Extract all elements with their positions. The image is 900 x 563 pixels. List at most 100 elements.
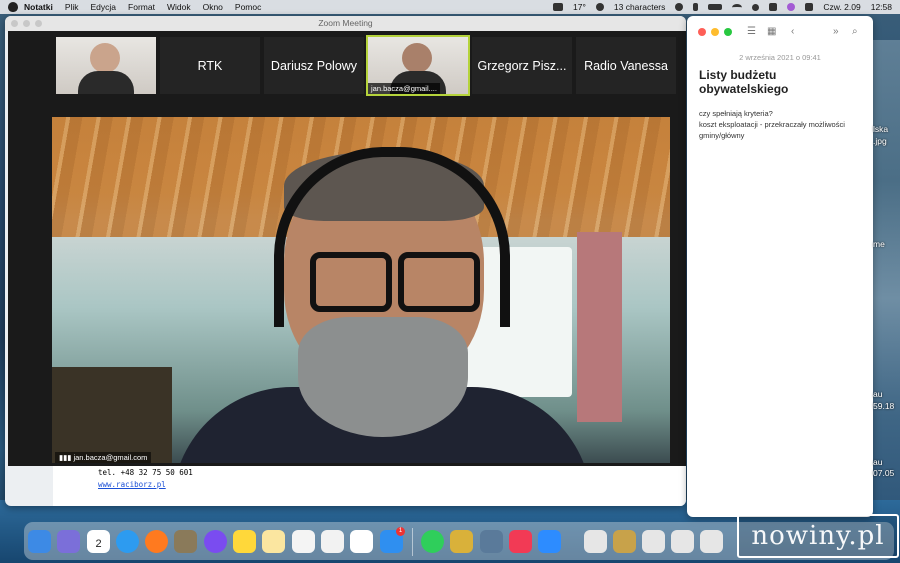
- list-view-icon[interactable]: ☰: [747, 26, 756, 37]
- menu-edit[interactable]: Edycja: [91, 2, 117, 12]
- notes-minimize-button[interactable]: [711, 28, 719, 36]
- bluetooth-icon[interactable]: [693, 3, 699, 11]
- note-title[interactable]: Listy budżetu obywatelskiego: [699, 68, 859, 96]
- menubar-time[interactable]: 12:58: [871, 2, 892, 12]
- app-icon[interactable]: [450, 530, 473, 553]
- search-icon[interactable]: ⌕: [852, 26, 858, 37]
- app-icon[interactable]: [174, 530, 197, 553]
- participant-body: [78, 71, 134, 94]
- pages-icon[interactable]: [262, 530, 285, 553]
- ia-writer-icon[interactable]: [321, 530, 344, 553]
- participant-strip: RTK Dariusz Polowy jan.bacza@gmail.... G…: [56, 35, 676, 96]
- simplenote-icon[interactable]: [350, 530, 373, 553]
- menu-app-name[interactable]: Notatki: [24, 2, 53, 12]
- zoom-status-icon[interactable]: [553, 3, 564, 11]
- document-thumbnail[interactable]: [584, 530, 607, 553]
- calendar-icon[interactable]: 2: [87, 530, 110, 553]
- menu-bar: Notatki Plik Edycja Format Widok Okno Po…: [0, 0, 900, 14]
- preview-icon[interactable]: [480, 530, 503, 553]
- weather-icon[interactable]: [595, 3, 604, 11]
- finder-icon[interactable]: [28, 530, 51, 553]
- note-line: czy spełniają kryteria?: [699, 109, 773, 118]
- siri-icon[interactable]: [787, 3, 796, 11]
- document-thumbnail[interactable]: [613, 530, 636, 553]
- participant-caption: jan.bacza@gmail....: [368, 83, 440, 94]
- participant-tile[interactable]: [56, 37, 156, 94]
- background-document: tel. +48 32 75 50 601 www.raciborz.pl: [53, 466, 686, 506]
- zoom-button[interactable]: [35, 20, 42, 27]
- watermark-logo: nowiny.pl: [737, 514, 899, 558]
- participant-tile-grzegorz[interactable]: Grzegorz Pisz...: [472, 37, 572, 94]
- menu-format[interactable]: Format: [128, 2, 155, 12]
- participant-name: RTK: [197, 58, 223, 73]
- desktop-file-label[interactable]: au: [873, 457, 882, 467]
- speaker-video[interactable]: [52, 117, 670, 463]
- control-center-icon[interactable]: [769, 3, 778, 11]
- desktop-file-label[interactable]: 59.18: [873, 401, 894, 411]
- note-body[interactable]: czy spełniają kryteria? koszt eksploatac…: [699, 108, 865, 141]
- battery-icon[interactable]: [708, 4, 723, 10]
- desktop-file-label[interactable]: me: [873, 239, 885, 249]
- document-thumbnail[interactable]: [671, 530, 694, 553]
- play-icon[interactable]: [675, 3, 684, 11]
- speaker-caption: ▮▮▮ jan.bacza@gmail.com: [55, 452, 152, 463]
- gallery-view-icon[interactable]: ▦: [767, 26, 776, 37]
- status-menus: 17° 13 characters Czw. 2.09 12:58: [553, 0, 892, 14]
- character-count[interactable]: 13 characters: [614, 2, 666, 12]
- textedit-icon[interactable]: [292, 530, 315, 553]
- video-shelf: [52, 367, 172, 463]
- launchpad-icon[interactable]: [57, 530, 80, 553]
- weather-temperature[interactable]: 17°: [573, 2, 586, 12]
- zoom-app-icon[interactable]: [538, 530, 561, 553]
- menu-file[interactable]: Plik: [65, 2, 79, 12]
- doc-link[interactable]: www.raciborz.pl: [98, 480, 166, 489]
- firefox-icon[interactable]: [145, 530, 168, 553]
- dock-separator: [412, 528, 413, 556]
- calendar-day: 2: [95, 538, 102, 550]
- menu-window[interactable]: Okno: [203, 2, 223, 12]
- safari-icon[interactable]: [116, 530, 139, 553]
- spotlight-search-icon[interactable]: [752, 3, 760, 11]
- menu-help[interactable]: Pomoc: [235, 2, 261, 12]
- speaker-beard: [298, 317, 468, 437]
- user-icon[interactable]: [805, 3, 814, 11]
- menubar-date[interactable]: Czw. 2.09: [823, 2, 860, 12]
- participant-tile-active-speaker[interactable]: jan.bacza@gmail....: [366, 35, 470, 96]
- minimize-button[interactable]: [23, 20, 30, 27]
- document-thumbnail[interactable]: [700, 530, 723, 553]
- participant-name: Dariusz Polowy: [270, 58, 358, 73]
- desktop-file-label[interactable]: lska: [873, 124, 888, 134]
- meeting-area: RTK Dariusz Polowy jan.bacza@gmail.... G…: [8, 31, 686, 466]
- doc-phone: tel. +48 32 75 50 601: [98, 468, 193, 477]
- menu-view[interactable]: Widok: [167, 2, 191, 12]
- zoom-titlebar: Zoom Meeting: [5, 16, 686, 31]
- notes-app-icon[interactable]: [233, 530, 256, 553]
- desktop-file-label[interactable]: .jpg: [873, 136, 887, 146]
- participant-face: [90, 43, 120, 73]
- apple-icon[interactable]: [8, 2, 18, 12]
- back-icon[interactable]: ‹: [791, 26, 794, 37]
- signal-icon: ▮▮▮: [59, 453, 74, 462]
- more-icon[interactable]: »: [833, 26, 839, 37]
- mail-badge: 1: [396, 527, 405, 536]
- wifi-icon[interactable]: [732, 3, 743, 11]
- participant-tile-rtk[interactable]: RTK: [160, 37, 260, 94]
- whatsapp-icon[interactable]: [421, 530, 444, 553]
- participant-tile-radio-vanessa[interactable]: Radio Vanessa: [576, 37, 676, 94]
- desktop-file-label[interactable]: 07.05: [873, 468, 894, 478]
- close-button[interactable]: [11, 20, 18, 27]
- music-icon[interactable]: [509, 530, 532, 553]
- note-line: koszt eksploatacji - przekraczały możliw…: [699, 120, 845, 140]
- document-thumbnail[interactable]: [642, 530, 665, 553]
- desktop-file-label[interactable]: au: [873, 389, 882, 399]
- note-date: 2 września 2021 o 09:41: [739, 53, 821, 62]
- participant-tile-dariusz[interactable]: Dariusz Polowy: [264, 37, 364, 94]
- window-title: Zoom Meeting: [318, 18, 373, 28]
- notes-window: ☰ ▦ ‹ » ⌕ 2 września 2021 o 09:41 Listy …: [687, 16, 873, 517]
- participant-name: Radio Vanessa: [584, 58, 668, 73]
- notes-close-button[interactable]: [698, 28, 706, 36]
- messenger-icon[interactable]: [204, 530, 227, 553]
- notes-zoom-button[interactable]: [724, 28, 732, 36]
- participant-face: [402, 43, 432, 73]
- video-curtain: [577, 232, 622, 422]
